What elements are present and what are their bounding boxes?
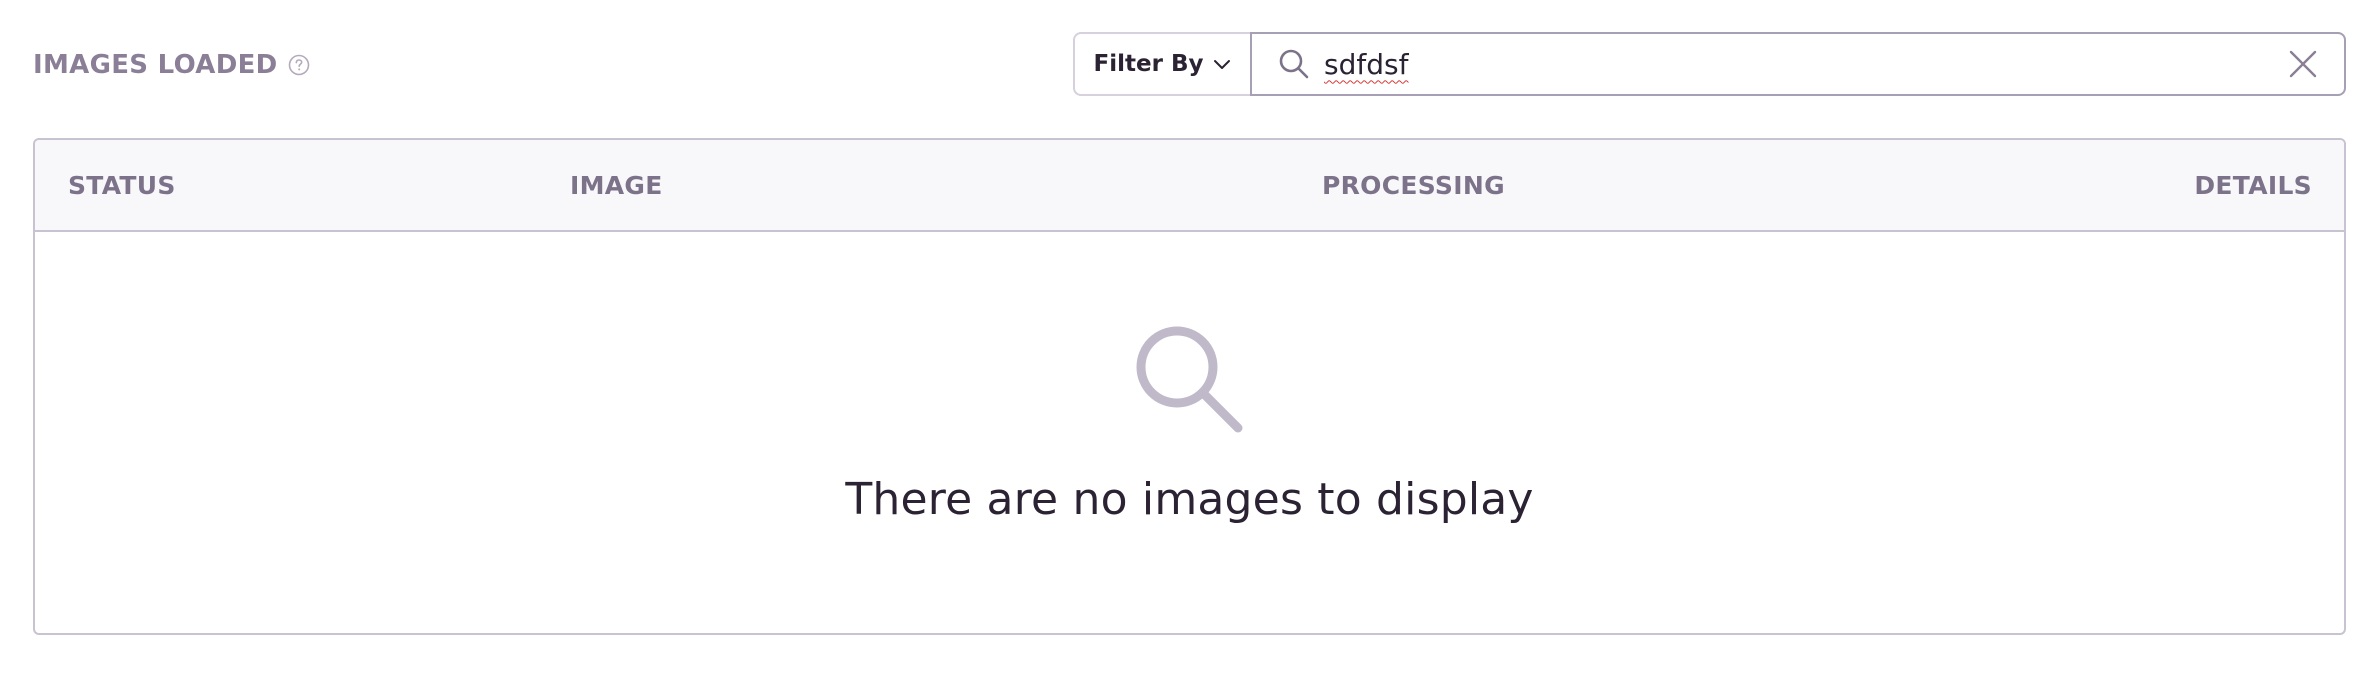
filter-by-button[interactable]: Filter By — [1073, 32, 1250, 96]
images-table-panel: STATUS IMAGE PROCESSING DETAILS There ar… — [33, 138, 2346, 635]
column-header-status: STATUS — [68, 170, 176, 200]
filter-by-label: Filter By — [1093, 51, 1204, 77]
section-header: IMAGES LOADED — [33, 44, 310, 86]
column-header-processing: PROCESSING — [1322, 170, 1505, 200]
search-icon — [1276, 46, 1312, 82]
empty-state-message: There are no images to display — [845, 474, 1534, 525]
table-header: STATUS IMAGE PROCESSING DETAILS — [35, 140, 2344, 232]
column-header-details: DETAILS — [2194, 170, 2312, 200]
empty-state: There are no images to display — [35, 232, 2344, 633]
search-input[interactable]: sdfdsf — [1250, 32, 2346, 96]
chevron-down-icon — [1213, 55, 1231, 74]
search-query-text[interactable]: sdfdsf — [1324, 48, 2286, 81]
close-icon[interactable] — [2286, 47, 2320, 81]
column-header-image: IMAGE — [570, 170, 663, 200]
question-circle-icon[interactable] — [288, 54, 310, 76]
filter-search-bar: Filter By sdfdsf — [1073, 32, 2346, 96]
section-title: IMAGES LOADED — [33, 50, 278, 80]
search-icon — [1134, 324, 1246, 436]
